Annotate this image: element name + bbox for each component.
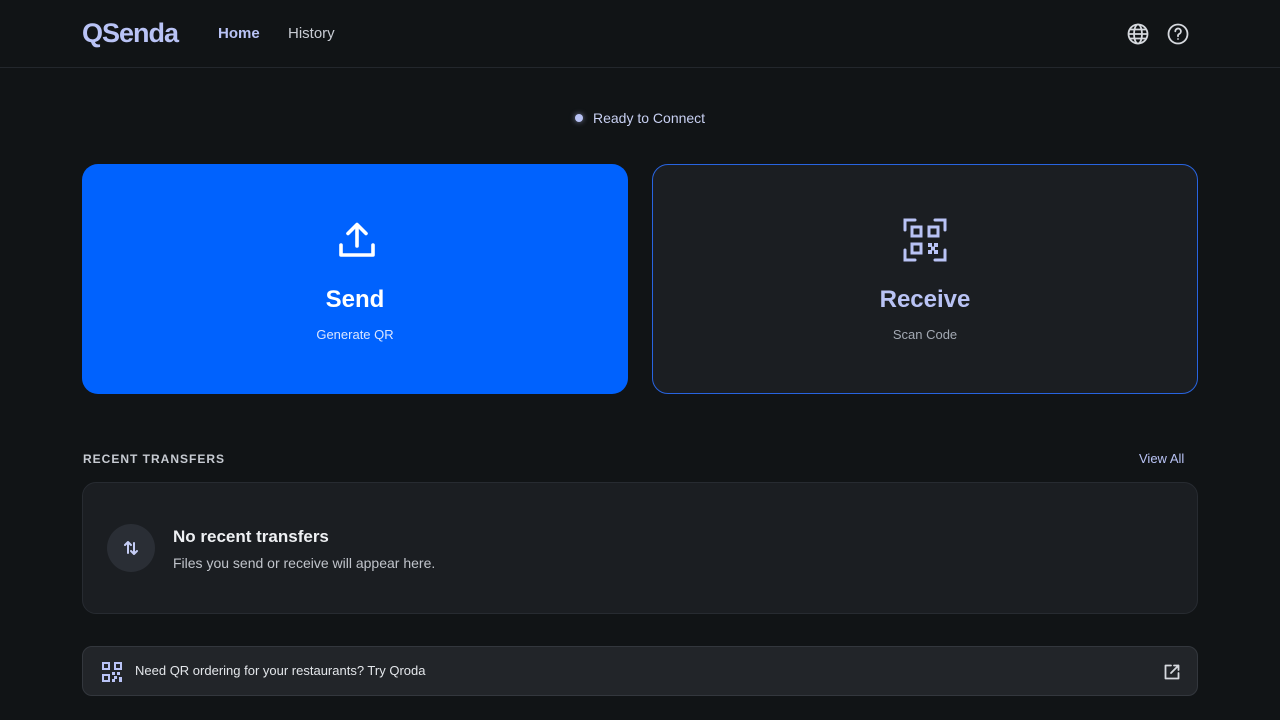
receive-subtitle: Scan Code bbox=[892, 327, 958, 342]
empty-state-description: Files you send or receive will appear he… bbox=[173, 555, 436, 571]
qr-scan-icon bbox=[903, 218, 947, 262]
help-icon[interactable] bbox=[1166, 22, 1190, 46]
recent-transfers-heading: RECENT TRANSFERS bbox=[83, 452, 226, 466]
nav-history[interactable]: History bbox=[288, 25, 335, 42]
qr-code-icon bbox=[102, 662, 122, 682]
transfer-arrows-icon bbox=[107, 524, 155, 572]
connection-status: Ready to Connect bbox=[575, 109, 705, 127]
send-title: Send bbox=[325, 286, 385, 313]
status-dot bbox=[575, 114, 583, 122]
promo-text: Need QR ordering for your restaurants? T… bbox=[135, 663, 426, 678]
empty-state-title: No recent transfers bbox=[173, 527, 329, 546]
status-text: Ready to Connect bbox=[593, 110, 706, 126]
receive-title: Receive bbox=[879, 286, 971, 313]
nav-home[interactable]: Home bbox=[218, 25, 260, 42]
view-all-link[interactable]: View All bbox=[1139, 451, 1184, 466]
upload-icon bbox=[339, 222, 375, 257]
globe-icon[interactable] bbox=[1126, 22, 1150, 46]
recent-transfers-panel: No recent transfers Files you send or re… bbox=[82, 482, 1198, 614]
app-logo[interactable]: QSenda bbox=[82, 18, 179, 49]
top-header: QSenda Home History bbox=[0, 0, 1280, 68]
send-subtitle: Generate QR bbox=[316, 327, 394, 342]
receive-card[interactable]: Receive Scan Code bbox=[652, 164, 1198, 394]
external-link-icon[interactable] bbox=[1163, 663, 1181, 681]
qroda-promo-banner[interactable]: Need QR ordering for your restaurants? T… bbox=[82, 646, 1198, 696]
send-card[interactable]: Send Generate QR bbox=[82, 164, 628, 394]
